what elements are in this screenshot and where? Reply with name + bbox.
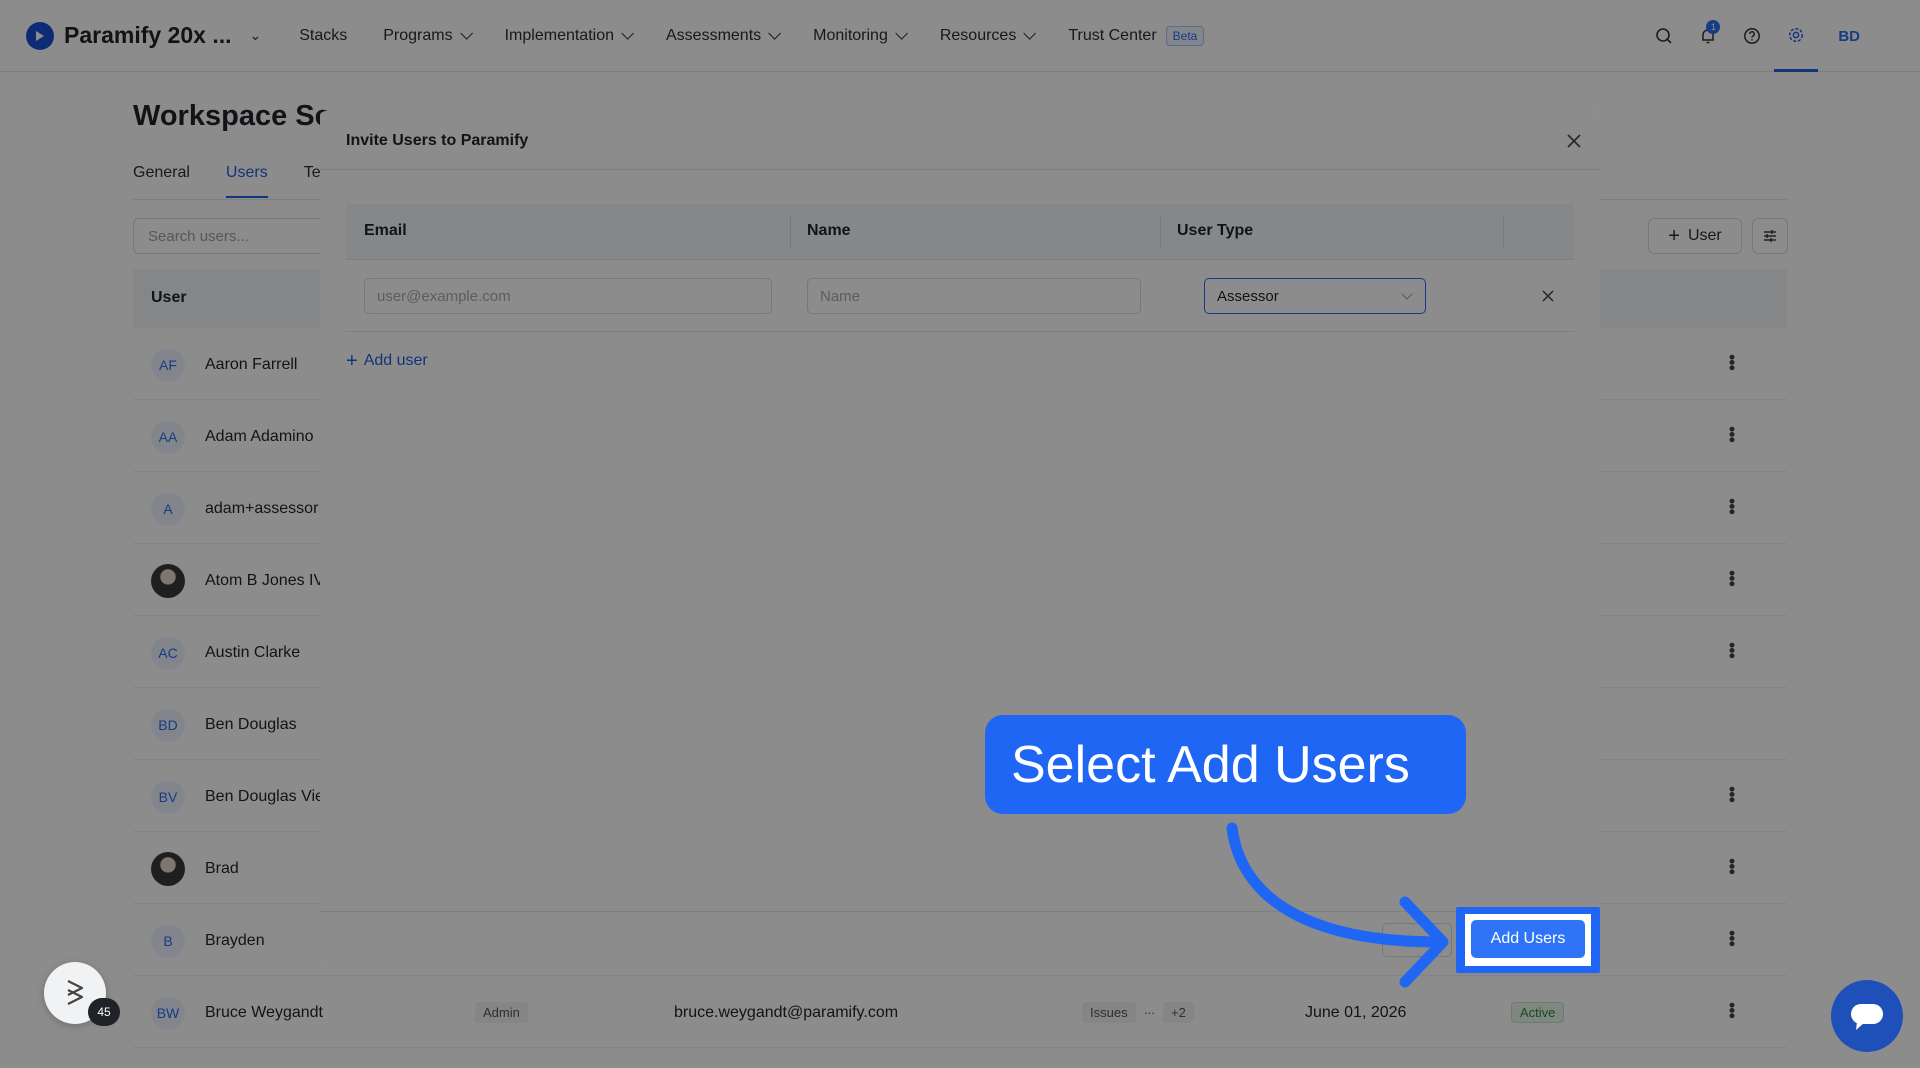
- curved-arrow-icon: [1226, 822, 1449, 988]
- guide-count-badge: 45: [88, 998, 120, 1026]
- add-users-button[interactable]: Add Users: [1471, 920, 1585, 958]
- guide-logo-icon: [67, 980, 84, 1005]
- chat-icon: [1851, 1004, 1883, 1030]
- tutorial-callout: Select Add Users: [985, 715, 1466, 814]
- chat-launcher-button[interactable]: [1831, 980, 1903, 1052]
